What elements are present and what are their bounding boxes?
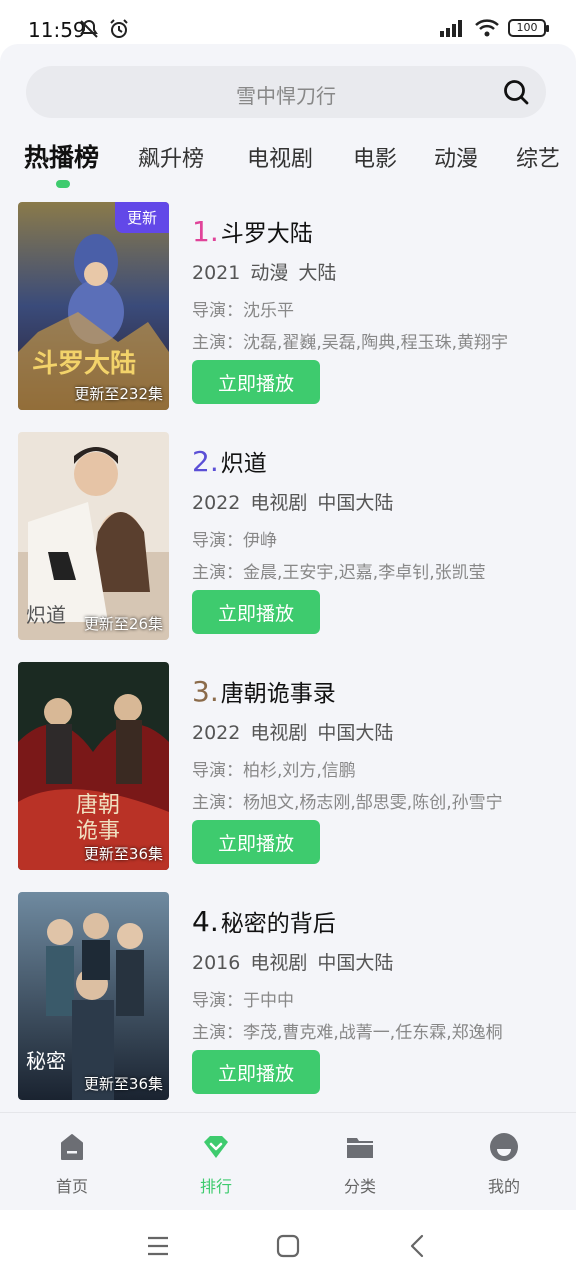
rank-number: 3. (192, 675, 219, 708)
menu-icon[interactable] (144, 1232, 172, 1260)
episode-count: 更新至36集 (83, 1075, 163, 1093)
poster[interactable]: 唐朝 诡事 更新至36集 (18, 662, 169, 870)
tab-movies[interactable]: 电影 (353, 141, 397, 173)
item-cast: 主演：李茂,曹克难,战菁一,任东霖,郑逸桐 (192, 1023, 503, 1043)
svg-text:秘密: 秘密 (26, 1049, 66, 1073)
item-director: 导演：于中中 (192, 991, 294, 1011)
status-bar: 11:59 100 (0, 0, 576, 44)
svg-text:斗罗大陆: 斗罗大陆 (32, 348, 136, 379)
nav-home[interactable]: 首页 (32, 1131, 112, 1197)
list-item[interactable]: 炽道 更新至26集 2.炽道 2022 电视剧 中国大陆 导演：伊峥 主演：金晨… (0, 432, 576, 642)
ranking-diamond-icon (204, 1136, 228, 1158)
poster-image: 唐朝 诡事 (18, 662, 169, 870)
item-director: 导演：沈乐平 (192, 301, 294, 321)
status-time: 11:59 (28, 18, 86, 42)
title-text: 秘密的背后 (220, 911, 336, 937)
episode-count: 更新至36集 (83, 845, 163, 863)
tab-rising[interactable]: 飙升榜 (138, 141, 204, 173)
item-director: 导演：伊峥 (192, 531, 277, 551)
nav-category-label: 分类 (343, 1177, 376, 1196)
search-bar[interactable]: 雪中悍刀行 (26, 66, 546, 118)
svg-text:炽道: 炽道 (26, 603, 66, 627)
home-icon (61, 1134, 83, 1160)
main-content: 雪中悍刀行 热播榜 飙升榜 电视剧 电影 动漫 综艺 斗罗大陆 更新 更新至23… (0, 44, 576, 1112)
list-item[interactable]: 唐朝 诡事 更新至36集 3.唐朝诡事录 2022 电视剧 中国大陆 导演：柏杉… (0, 662, 576, 872)
list-item[interactable]: 斗罗大陆 更新 更新至232集 1.斗罗大陆 2021 动漫 大陆 导演：沈乐平… (0, 202, 576, 412)
nav-home-label: 首页 (55, 1177, 88, 1196)
svg-text:唐朝: 唐朝 (76, 793, 120, 818)
item-meta: 2022 电视剧 中国大陆 (192, 492, 394, 514)
back-icon[interactable] (404, 1232, 432, 1260)
search-placeholder: 雪中悍刀行 (236, 84, 336, 108)
play-now-button[interactable]: 立即播放 (192, 590, 320, 634)
item-cast: 主演：杨旭文,杨志刚,郜思雯,陈创,孙雪宁 (192, 793, 503, 813)
item-title[interactable]: 3.唐朝诡事录 (192, 674, 336, 708)
svg-text:诡事: 诡事 (76, 819, 120, 844)
item-title[interactable]: 4.秘密的背后 (192, 904, 336, 938)
nav-category[interactable]: 分类 (320, 1131, 400, 1197)
status-right: 100 (438, 18, 549, 38)
title-text: 炽道 (220, 451, 267, 477)
play-now-button[interactable]: 立即播放 (192, 820, 320, 864)
nav-ranking[interactable]: 排行 (176, 1131, 256, 1197)
nav-profile[interactable]: 我的 (464, 1131, 544, 1197)
mute-notification-icon (80, 19, 98, 38)
nav-profile-label: 我的 (487, 1177, 520, 1196)
item-cast: 主演：金晨,王安宇,迟嘉,李卓钊,张凯莹 (192, 563, 486, 583)
item-cast: 主演：沈磊,翟巍,吴磊,陶典,程玉珠,黄翔宇 (192, 333, 509, 353)
poster-image: 斗罗大陆 (18, 202, 169, 410)
wifi-icon (475, 19, 499, 37)
status-left-icons (78, 18, 130, 40)
rank-number: 4. (192, 905, 219, 938)
rank-number: 2. (192, 445, 219, 478)
title-text: 斗罗大陆 (220, 221, 313, 247)
item-title[interactable]: 1.斗罗大陆 (192, 214, 313, 248)
profile-icon (490, 1133, 518, 1161)
item-director: 导演：柏杉,刘方,信鹏 (192, 761, 356, 781)
signal-icon (440, 20, 462, 37)
item-meta: 2016 电视剧 中国大陆 (192, 952, 394, 974)
update-badge: 更新 (114, 202, 169, 233)
tab-tv-series[interactable]: 电视剧 (247, 141, 313, 173)
search-icon[interactable] (502, 78, 530, 106)
title-text: 唐朝诡事录 (220, 681, 336, 707)
episode-count: 更新至232集 (74, 385, 163, 403)
play-now-button[interactable]: 立即播放 (192, 360, 320, 404)
episode-count: 更新至26集 (83, 615, 163, 633)
poster[interactable]: 斗罗大陆 更新 更新至232集 (18, 202, 169, 410)
category-tabs: 热播榜 飙升榜 电视剧 电影 动漫 综艺 (0, 136, 576, 192)
active-tab-indicator (56, 180, 70, 188)
bottom-nav: 首页 排行 分类 我的 (0, 1112, 576, 1210)
play-now-button[interactable]: 立即播放 (192, 1050, 320, 1094)
tab-hot[interactable]: 热播榜 (24, 138, 99, 174)
item-title[interactable]: 2.炽道 (192, 444, 267, 478)
poster-image: 炽道 (18, 432, 169, 640)
battery-indicator: 100 (508, 19, 549, 37)
poster[interactable]: 秘密 更新至36集 (18, 892, 169, 1100)
tab-variety[interactable]: 综艺 (516, 141, 560, 173)
tab-anime[interactable]: 动漫 (434, 141, 478, 173)
rank-number: 1. (192, 215, 219, 248)
item-meta: 2022 电视剧 中国大陆 (192, 722, 394, 744)
list-item[interactable]: 秘密 更新至36集 4.秘密的背后 2016 电视剧 中国大陆 导演：于中中 主… (0, 892, 576, 1102)
poster-image: 秘密 (18, 892, 169, 1100)
system-nav-bar (0, 1210, 576, 1280)
poster[interactable]: 炽道 更新至26集 (18, 432, 169, 640)
item-meta: 2021 动漫 大陆 (192, 262, 337, 284)
alarm-icon (110, 19, 128, 38)
nav-ranking-label: 排行 (199, 1177, 232, 1196)
folder-icon (347, 1138, 373, 1158)
home-button-icon[interactable] (274, 1232, 302, 1260)
